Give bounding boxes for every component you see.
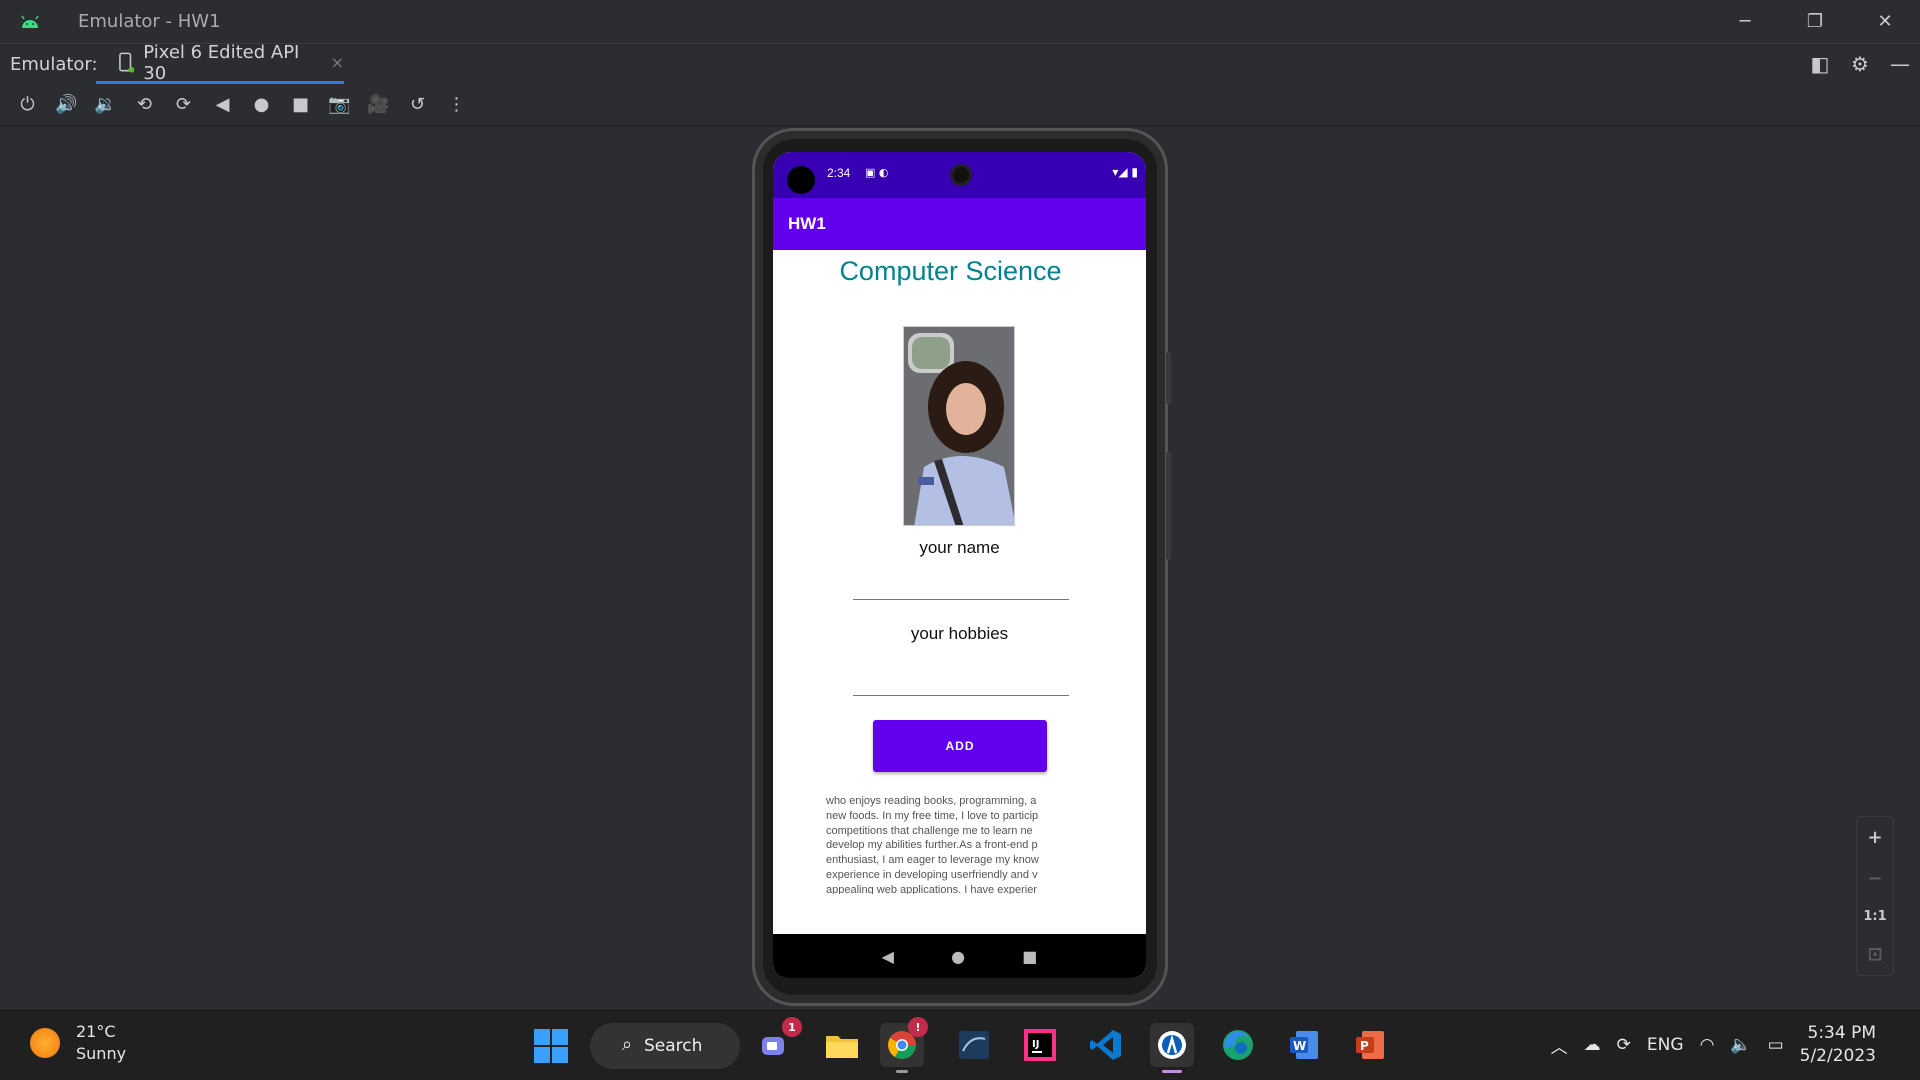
hobbies-label: your hobbies bbox=[910, 624, 1009, 643]
zoom-out-button[interactable]: − bbox=[1867, 868, 1882, 889]
phone-screen[interactable]: 2:34 ▣ ◐ ▾◢ ▮ HW1 Computer Science your … bbox=[773, 152, 1146, 978]
teams-badge: 1 bbox=[782, 1017, 802, 1037]
home-icon[interactable]: ● bbox=[242, 89, 281, 121]
hobbies-field[interactable] bbox=[853, 662, 1069, 696]
onedrive-icon[interactable]: ☁ bbox=[1584, 1035, 1601, 1055]
nav-home-icon[interactable]: ● bbox=[951, 947, 965, 966]
window-title: Emulator - HW1 bbox=[78, 11, 221, 32]
front-camera-icon bbox=[950, 164, 972, 186]
gear-icon[interactable]: ⚙ bbox=[1840, 52, 1880, 76]
zoom-in-button[interactable]: + bbox=[1867, 827, 1882, 848]
video-icon[interactable]: 🎥 bbox=[359, 89, 398, 121]
file-explorer-icon[interactable] bbox=[820, 1023, 864, 1067]
tab-close-icon[interactable]: × bbox=[331, 53, 344, 72]
android-nav-bar: ◀ ● ■ bbox=[773, 934, 1146, 978]
notification-icons: ▣ ◐ bbox=[865, 166, 889, 179]
search-label: Search bbox=[644, 1036, 703, 1056]
device-icon bbox=[119, 52, 135, 73]
speaker-icon[interactable]: 🔈 bbox=[1730, 1035, 1751, 1055]
overview-icon[interactable]: ■ bbox=[281, 89, 320, 121]
android-icon bbox=[21, 15, 39, 28]
app-content: Computer Science your name your hobbies … bbox=[773, 250, 1146, 938]
camera-icon[interactable]: 📷 bbox=[320, 89, 359, 121]
name-field[interactable] bbox=[853, 566, 1069, 600]
bio-line: new foods. In my free time, I love to pa… bbox=[826, 809, 1039, 822]
start-button[interactable] bbox=[534, 1029, 568, 1063]
mysql-workbench-icon[interactable] bbox=[952, 1023, 996, 1067]
windows-taskbar: 21°C Sunny ⌕ Search 1 ! IJ W P ︿ ☁ ⟳ ENG… bbox=[0, 1008, 1920, 1080]
intellij-icon[interactable]: IJ bbox=[1018, 1023, 1062, 1067]
svg-text:W: W bbox=[1293, 1039, 1306, 1053]
volume-down-icon[interactable]: 🔉 bbox=[86, 89, 125, 121]
teams-icon[interactable]: 1 bbox=[754, 1017, 802, 1067]
language-indicator[interactable]: ENG bbox=[1647, 1035, 1684, 1055]
edge-icon[interactable] bbox=[1216, 1023, 1260, 1067]
zoom-panel: + − 1:1 ⊡ bbox=[1856, 816, 1894, 976]
clock-date: 5/2/2023 bbox=[1799, 1046, 1876, 1066]
bio-line: experience in developing userfriendly an… bbox=[826, 868, 1038, 881]
weather-widget[interactable]: 21°C Sunny bbox=[30, 1021, 126, 1065]
add-button[interactable]: ADD bbox=[873, 720, 1047, 772]
android-studio-icon[interactable] bbox=[1150, 1023, 1194, 1073]
minimize-button[interactable]: ─ bbox=[1710, 0, 1780, 43]
svg-text:IJ: IJ bbox=[1032, 1039, 1039, 1050]
chevron-up-icon[interactable]: ︿ bbox=[1551, 1033, 1568, 1058]
rotate-left-icon[interactable]: ⟲ bbox=[125, 89, 164, 121]
bio-line: competitions that challenge me to learn … bbox=[826, 824, 1033, 837]
chrome-icon[interactable]: ! bbox=[880, 1017, 928, 1073]
bio-line: enthusiast, I am eager to leverage my kn… bbox=[826, 854, 1039, 867]
back-icon[interactable]: ◀ bbox=[203, 89, 242, 121]
android-status-bar: 2:34 ▣ ◐ ▾◢ ▮ bbox=[773, 152, 1146, 198]
signal-battery-icons: ▾◢ ▮ bbox=[1112, 165, 1138, 179]
powerpoint-icon[interactable]: P bbox=[1348, 1023, 1392, 1067]
bio-text[interactable]: who enjoys reading books, programming, a… bbox=[826, 794, 1071, 894]
battery-icon[interactable]: ▭ bbox=[1768, 1035, 1784, 1055]
name-label: your name bbox=[919, 538, 1000, 557]
status-time: 2:34 bbox=[827, 166, 851, 180]
snapshot-icon[interactable]: ↺ bbox=[398, 89, 437, 121]
phone-power-key[interactable] bbox=[1166, 352, 1171, 404]
close-window-button[interactable]: ✕ bbox=[1850, 0, 1920, 43]
svg-text:P: P bbox=[1360, 1039, 1369, 1053]
nav-back-icon[interactable]: ◀ bbox=[882, 947, 894, 966]
sync-icon[interactable]: ⟳ bbox=[1617, 1035, 1631, 1055]
emulator-tabbar: Emulator: Pixel 6 Edited API 30 × ◧ ⚙ — bbox=[0, 41, 1920, 84]
app-bar: HW1 bbox=[773, 198, 1146, 250]
clock-time: 5:34 PM bbox=[1807, 1023, 1877, 1043]
rotate-right-icon[interactable]: ⟳ bbox=[164, 89, 203, 121]
actual-size-button[interactable]: 1:1 bbox=[1863, 909, 1886, 924]
page-heading: Computer Science bbox=[839, 256, 1062, 286]
bio-line: who enjoys reading books, programming, a bbox=[826, 795, 1037, 807]
bio-line: develop my abilities further.As a front-… bbox=[826, 839, 1038, 852]
sun-icon bbox=[30, 1028, 60, 1058]
vscode-icon[interactable] bbox=[1084, 1023, 1128, 1067]
tab-label: Pixel 6 Edited API 30 bbox=[143, 41, 300, 84]
punch-hole bbox=[787, 166, 815, 194]
tab-pixel-6[interactable]: Pixel 6 Edited API 30 × bbox=[96, 41, 344, 84]
temperature: 21°C bbox=[76, 1022, 116, 1041]
nav-recent-icon[interactable]: ■ bbox=[1022, 947, 1037, 966]
emulator-toolbar: ⏻ 🔊 🔉 ⟲ ⟳ ◀ ● ■ 📷 🎥 ↺ ⋮ bbox=[0, 84, 1920, 126]
bio-line: appealing web applications. I have exper… bbox=[826, 883, 1037, 894]
more-icon[interactable]: ⋮ bbox=[437, 89, 476, 121]
app-title: HW1 bbox=[788, 214, 826, 233]
word-icon[interactable]: W bbox=[1282, 1023, 1326, 1067]
window-titlebar: Emulator - HW1 ─ ❐ ✕ bbox=[0, 0, 1920, 43]
taskbar-search[interactable]: ⌕ Search bbox=[590, 1023, 740, 1069]
clock[interactable]: 5:34 PM 5/2/2023 bbox=[1800, 1022, 1892, 1068]
chrome-badge: ! bbox=[908, 1017, 928, 1037]
wifi-icon[interactable]: ◠ bbox=[1700, 1035, 1715, 1055]
restore-button[interactable]: ❐ bbox=[1780, 0, 1850, 43]
search-icon: ⌕ bbox=[622, 1034, 633, 1055]
system-tray: ︿ ☁ ⟳ ENG ◠ 🔈 ▭ 5:34 PM 5/2/2023 bbox=[1551, 1009, 1920, 1080]
hide-panel-icon[interactable]: — bbox=[1880, 52, 1920, 76]
fit-screen-button[interactable]: ⊡ bbox=[1867, 944, 1882, 965]
power-icon[interactable]: ⏻ bbox=[8, 89, 47, 121]
emulator-label: Emulator: bbox=[10, 53, 98, 75]
volume-up-icon[interactable]: 🔊 bbox=[47, 89, 86, 121]
weather-condition: Sunny bbox=[76, 1044, 127, 1063]
profile-photo bbox=[903, 326, 1015, 526]
phone-volume-keys[interactable] bbox=[1166, 452, 1171, 560]
layout-icon[interactable]: ◧ bbox=[1800, 52, 1840, 76]
